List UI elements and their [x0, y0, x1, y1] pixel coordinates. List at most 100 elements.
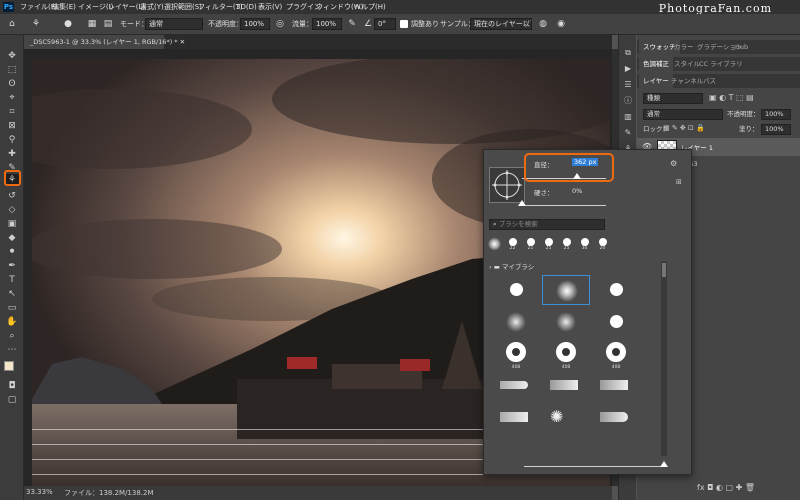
menu-edit[interactable]: 編集(E)	[52, 0, 76, 14]
type-tool-icon[interactable]: T	[5, 274, 19, 286]
screen-mode-icon[interactable]: ▢	[5, 394, 19, 406]
mode-select[interactable]: 通常	[145, 18, 203, 30]
layer-footer-icons[interactable]: fx ◘ ◐ ▢ ✚ 🗑	[697, 483, 755, 492]
more-tools-icon[interactable]: ⋯	[5, 344, 19, 356]
brush-pencil[interactable]	[492, 371, 540, 401]
brush-soft-round[interactable]	[542, 307, 590, 337]
brush-hard-round[interactable]	[592, 307, 640, 337]
settings-gear-icon[interactable]: ⚙	[670, 159, 677, 168]
brush-fan[interactable]: ✺	[542, 403, 590, 433]
histogram-panel-icon[interactable]: ▥	[622, 111, 634, 123]
brush-hard-round[interactable]	[592, 275, 640, 305]
hardness-slider-track[interactable]	[522, 205, 606, 206]
opacity-field[interactable]: 100%	[240, 18, 270, 30]
recent-brush-soft[interactable]	[488, 237, 501, 251]
clone-stamp-icon[interactable]: ⚘	[30, 18, 42, 30]
brush-ring[interactable]: 408	[492, 339, 540, 370]
menu-type[interactable]: 書式(Y)	[140, 0, 164, 14]
path-select-tool-icon[interactable]: ↖	[5, 288, 19, 300]
brush-panel-icon[interactable]: ✎	[622, 127, 634, 139]
healing-brush-tool-icon[interactable]: ✚	[5, 148, 19, 160]
blend-mode-select[interactable]: 通常	[643, 109, 723, 120]
brush-settings-icon[interactable]: ▦	[86, 18, 98, 30]
history-panel-icon[interactable]: ⧉	[622, 47, 634, 59]
hardness-value[interactable]: 0%	[572, 187, 582, 195]
ignore-adjustment-icon[interactable]: ◍	[537, 18, 549, 30]
brush-folder-row[interactable]: › ▬ マイブラシ	[489, 261, 669, 273]
foreground-color-swatch[interactable]	[4, 361, 14, 371]
airbrush-icon[interactable]: ✎	[346, 18, 358, 30]
lasso-tool-icon[interactable]: ʘ	[5, 78, 19, 90]
info-panel-icon[interactable]: ⓘ	[622, 95, 634, 107]
tab-adjustments[interactable]: 色調補正	[639, 57, 673, 71]
eyedropper-tool-icon[interactable]: ⚲	[5, 134, 19, 146]
brush-marker[interactable]	[592, 371, 640, 401]
pressure-opacity-icon[interactable]: ◎	[274, 18, 286, 30]
actions-panel-icon[interactable]: ▶	[622, 63, 634, 75]
brush-list-scrollbar[interactable]	[661, 261, 667, 456]
tab-paths[interactable]: パス	[699, 74, 720, 88]
brush-soft-round[interactable]	[492, 307, 540, 337]
hand-tool-icon[interactable]: ✋	[5, 316, 19, 328]
sample-select[interactable]: 現在のレイヤー以下	[470, 18, 532, 30]
hardness-slider-thumb[interactable]	[518, 200, 526, 206]
fill-field[interactable]: 100%	[761, 124, 791, 135]
crop-tool-icon[interactable]: ⌗	[5, 106, 19, 118]
scroll-thumb[interactable]	[662, 263, 666, 277]
menu-3d[interactable]: 3D(D)	[236, 0, 257, 14]
pen-tool-icon[interactable]: ✒	[5, 260, 19, 272]
preset-brush[interactable]: 30	[578, 236, 591, 252]
zoom-level[interactable]: 33.33%	[26, 488, 53, 496]
brush-hard-round[interactable]	[492, 275, 540, 305]
lock-icons[interactable]: ▦ ✎ ✥ ⊡ 🔒	[663, 124, 705, 132]
angle-field[interactable]: 0°	[374, 18, 396, 30]
brush-ring[interactable]: 408	[592, 339, 640, 370]
close-tab-icon[interactable]: ✕	[180, 38, 185, 46]
tab-cc-libraries[interactable]: CC ライブラリ	[695, 57, 747, 71]
pressure-size-icon[interactable]: ◉	[555, 18, 567, 30]
brush-soft-round-selected[interactable]	[542, 275, 590, 305]
preset-brush[interactable]: 21	[524, 236, 537, 252]
brush-search-input[interactable]: ⌕ ブラシを検索	[489, 219, 605, 230]
document-tab[interactable]: _DSC5963-1 @ 33.3% (レイヤー 1, RGB/16*) * ✕	[24, 35, 185, 49]
brush-preset-icon[interactable]: ●	[62, 18, 74, 30]
shape-tool-icon[interactable]: ▭	[5, 302, 19, 314]
brush-angle-preview[interactable]	[489, 167, 525, 203]
dodge-tool-icon[interactable]: ⚫	[5, 246, 19, 258]
menu-help[interactable]: ヘルプ(H)	[354, 0, 386, 14]
layer-opacity-field[interactable]: 100%	[761, 109, 791, 120]
brush-flat[interactable]	[492, 403, 540, 433]
preset-brush[interactable]: 20	[596, 236, 609, 252]
move-tool-icon[interactable]: ✥	[5, 50, 19, 62]
brush-ring[interactable]: 408	[542, 339, 590, 370]
tab-hub[interactable]: Hub	[731, 40, 752, 54]
layer-filter-select[interactable]: 種類	[643, 93, 703, 104]
preset-brush[interactable]: 25	[542, 236, 555, 252]
marquee-tool-icon[interactable]: ⬚	[5, 64, 19, 76]
new-preset-icon[interactable]: ⊞	[676, 178, 682, 186]
aligned-checkbox[interactable]	[400, 20, 408, 28]
menu-view[interactable]: 表示(V)	[258, 0, 282, 14]
preset-brush[interactable]: 25	[560, 236, 573, 252]
home-icon[interactable]: ⌂	[6, 18, 18, 30]
brush-marker[interactable]	[542, 371, 590, 401]
quick-select-tool-icon[interactable]: ⌖	[5, 92, 19, 104]
clone-source-icon[interactable]: ▤	[102, 18, 114, 30]
preview-size-thumb[interactable]	[660, 461, 668, 467]
menu-select[interactable]: 選択範囲(S)	[164, 0, 202, 14]
preview-size-slider[interactable]	[524, 466, 664, 467]
preset-dot-icon	[509, 238, 517, 246]
properties-panel-icon[interactable]: ☰	[622, 79, 634, 91]
flow-field[interactable]: 100%	[312, 18, 342, 30]
brush-round-bristle[interactable]	[592, 403, 640, 433]
frame-tool-icon[interactable]: ⊠	[5, 120, 19, 132]
blur-tool-icon[interactable]: ◆	[5, 232, 19, 244]
history-brush-tool-icon[interactable]: ↺	[5, 190, 19, 202]
zoom-tool-icon[interactable]: ⌕	[5, 330, 19, 342]
layer-filter-icons[interactable]: ▣ ◐ T ⬚ ▤	[709, 93, 754, 102]
quick-mask-icon[interactable]: ◘	[5, 380, 19, 392]
preset-brush[interactable]: 22	[506, 236, 519, 252]
brush-search-placeholder: ブラシを検索	[498, 220, 538, 228]
gradient-tool-icon[interactable]: ▣	[5, 218, 19, 230]
eraser-tool-icon[interactable]: ◇	[5, 204, 19, 216]
